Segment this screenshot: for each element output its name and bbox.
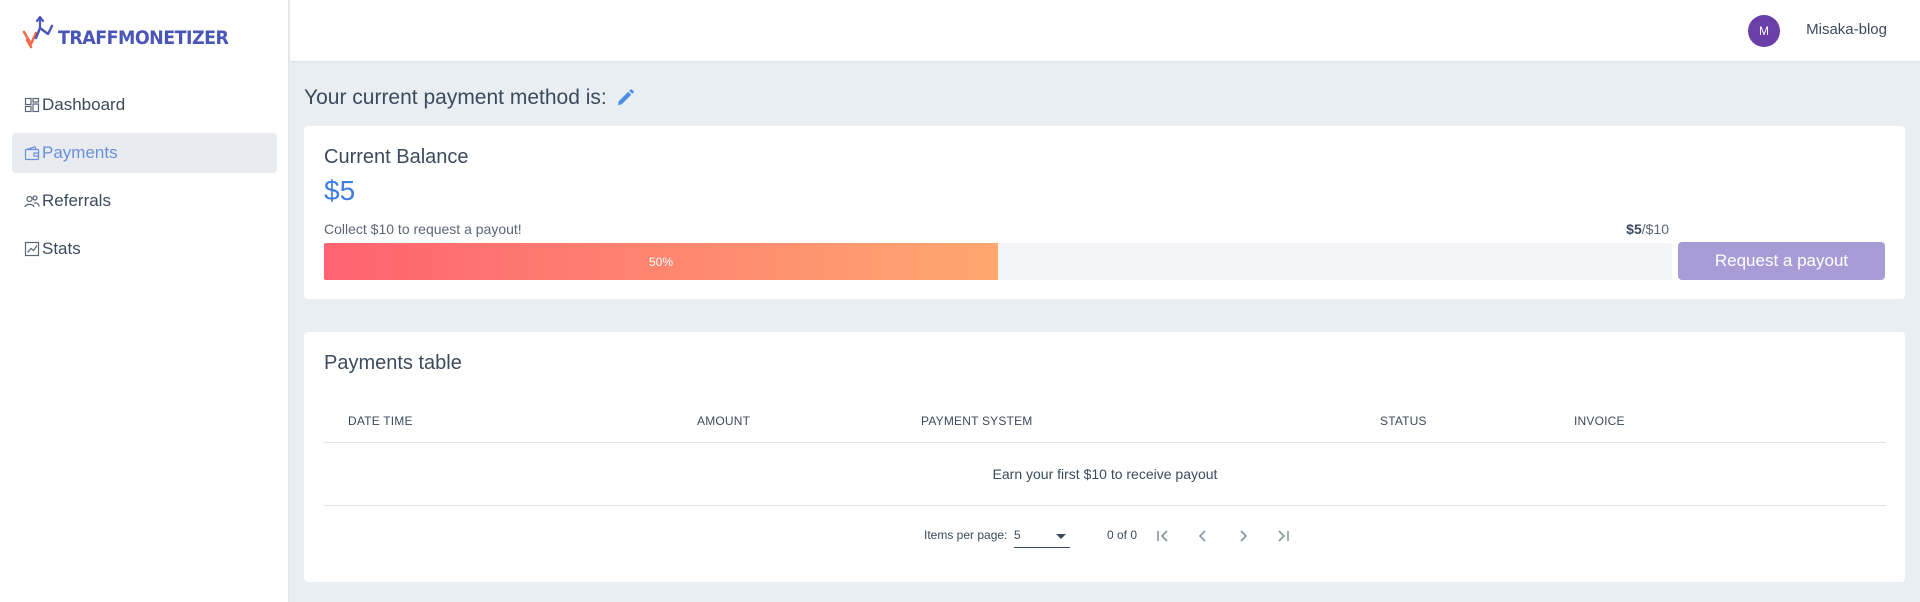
progress-target: /$10 xyxy=(1641,221,1669,237)
sidebar-item-payments[interactable]: Payments xyxy=(12,133,277,173)
column-header-amount[interactable]: AMOUNT xyxy=(697,414,750,428)
balance-card: Current Balance $5 Collect $10 to reques… xyxy=(304,126,1905,299)
items-per-page-value: 5 xyxy=(1014,528,1021,542)
payments-table-title: Payments table xyxy=(324,352,462,374)
progress-amount: $5/$10 xyxy=(1626,221,1669,237)
column-header-invoice[interactable]: INVOICE xyxy=(1574,414,1625,428)
collect-hint: Collect $10 to request a payout! xyxy=(324,221,522,237)
items-per-page-label: Items per page: xyxy=(924,528,1008,542)
wallet-icon xyxy=(24,145,40,161)
chevron-left-icon xyxy=(1198,530,1206,542)
next-page-button[interactable] xyxy=(1228,521,1258,551)
sidebar-item-label: Stats xyxy=(42,239,81,258)
items-per-page-select[interactable]: 5 xyxy=(1014,524,1070,548)
traffmonetizer-logo[interactable]: TRAFFMONETIZER xyxy=(22,14,243,54)
users-icon xyxy=(24,193,40,209)
top-bar: M Misaka-blog xyxy=(290,0,1920,61)
sidebar-item-label: Payments xyxy=(42,143,118,162)
request-payout-button[interactable]: Request a payout xyxy=(1678,242,1885,280)
table-header: DATE TIME AMOUNT PAYMENT SYSTEM STATUS I… xyxy=(324,398,1886,443)
dashboard-icon xyxy=(24,97,40,113)
dropdown-caret-icon xyxy=(1056,534,1066,539)
chevron-right-icon xyxy=(1240,530,1248,542)
brand-name: TRAFFMONETIZER xyxy=(58,27,229,49)
balance-progress-bar: 50% xyxy=(324,243,1672,280)
payments-table-card: Payments table DATE TIME AMOUNT PAYMENT … xyxy=(304,332,1905,582)
edit-pencil-icon[interactable] xyxy=(615,88,635,108)
page-title-text: Your current payment method is: xyxy=(304,86,607,109)
balance-title: Current Balance xyxy=(324,146,469,168)
progress-fill: 50% xyxy=(324,243,998,280)
paginator: Items per page: 5 0 of 0 xyxy=(324,506,1886,566)
page-title: Your current payment method is: xyxy=(304,86,635,110)
page-range: 0 of 0 xyxy=(1107,528,1138,542)
sidebar-item-label: Dashboard xyxy=(42,95,126,114)
sidebar-item-stats[interactable]: Stats xyxy=(12,229,277,269)
logo-mark-icon xyxy=(22,15,54,49)
sidebar-nav: Dashboard Payments Referrals Stats xyxy=(12,85,277,277)
first-page-icon xyxy=(1157,530,1168,542)
sidebar-item-label: Referrals xyxy=(42,191,111,210)
last-page-button[interactable] xyxy=(1268,521,1298,551)
sidebar: TRAFFMONETIZER Dashboard Payments Referr… xyxy=(0,0,289,602)
chart-icon xyxy=(24,241,40,257)
column-header-date-time[interactable]: DATE TIME xyxy=(348,414,413,428)
username[interactable]: Misaka-blog xyxy=(1806,21,1887,38)
sidebar-item-referrals[interactable]: Referrals xyxy=(12,181,277,221)
sidebar-item-dashboard[interactable]: Dashboard xyxy=(12,85,277,125)
last-page-icon xyxy=(1278,530,1289,542)
previous-page-button[interactable] xyxy=(1188,521,1218,551)
avatar[interactable]: M xyxy=(1748,15,1780,47)
balance-amount: $5 xyxy=(324,175,356,206)
column-header-payment-system[interactable]: PAYMENT SYSTEM xyxy=(921,414,1033,428)
column-header-status[interactable]: STATUS xyxy=(1380,414,1427,428)
first-page-button[interactable] xyxy=(1148,521,1178,551)
progress-current: $5 xyxy=(1626,221,1642,237)
empty-table-message: Earn your first $10 to receive payout xyxy=(324,443,1886,506)
